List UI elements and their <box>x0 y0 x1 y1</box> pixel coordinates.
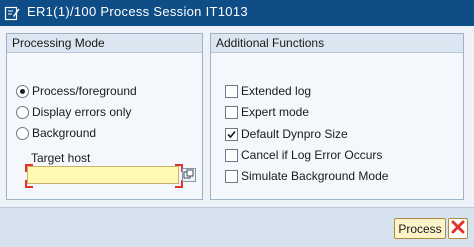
checkbox-label: Extended log <box>241 84 312 98</box>
process-button[interactable]: Process <box>394 218 446 239</box>
checkbox-label: Default Dynpro Size <box>241 127 348 141</box>
title-bar: ER1(1)/100 Process Session IT1013 <box>0 0 474 26</box>
cancel-button[interactable] <box>448 218 468 239</box>
checkbox-label: Simulate Background Mode <box>241 169 389 183</box>
checkbox[interactable] <box>225 149 238 162</box>
dialog-content: Processing Mode Process/foreground Displ… <box>0 26 474 207</box>
additional-functions-title: Additional Functions <box>216 36 325 50</box>
group-header: Additional Functions <box>211 34 463 53</box>
value-help-icon[interactable] <box>182 168 196 182</box>
checkbox-checked[interactable] <box>225 128 238 141</box>
radio-button[interactable] <box>16 127 29 140</box>
checkmark-icon <box>227 130 236 139</box>
radio-label: Process/foreground <box>32 84 137 98</box>
checkbox-label: Expert mode <box>241 105 310 119</box>
additional-functions-group: Additional Functions Extended log Expert… <box>210 33 464 200</box>
target-host-label: Target host <box>31 151 91 165</box>
processing-mode-group: Processing Mode Process/foreground Displ… <box>6 33 203 200</box>
radio-button[interactable] <box>16 106 29 119</box>
dialog-footer: Process <box>0 207 474 247</box>
target-host-input[interactable] <box>27 166 179 184</box>
window-title: ER1(1)/100 Process Session IT1013 <box>27 4 248 19</box>
required-marker <box>25 164 33 172</box>
checkbox[interactable] <box>225 85 238 98</box>
edit-window-icon <box>4 5 20 21</box>
required-marker <box>25 180 33 188</box>
cancel-icon <box>451 220 465 234</box>
group-header: Processing Mode <box>7 34 202 53</box>
processing-mode-title: Processing Mode <box>12 36 105 50</box>
process-session-dialog: ER1(1)/100 Process Session IT1013 Proces… <box>0 0 474 247</box>
radio-button-selected[interactable] <box>16 85 29 98</box>
checkbox-label: Cancel if Log Error Occurs <box>241 148 383 162</box>
checkbox[interactable] <box>225 106 238 119</box>
radio-label: Background <box>32 126 97 140</box>
checkbox[interactable] <box>225 170 238 183</box>
radio-label: Display errors only <box>32 105 132 119</box>
